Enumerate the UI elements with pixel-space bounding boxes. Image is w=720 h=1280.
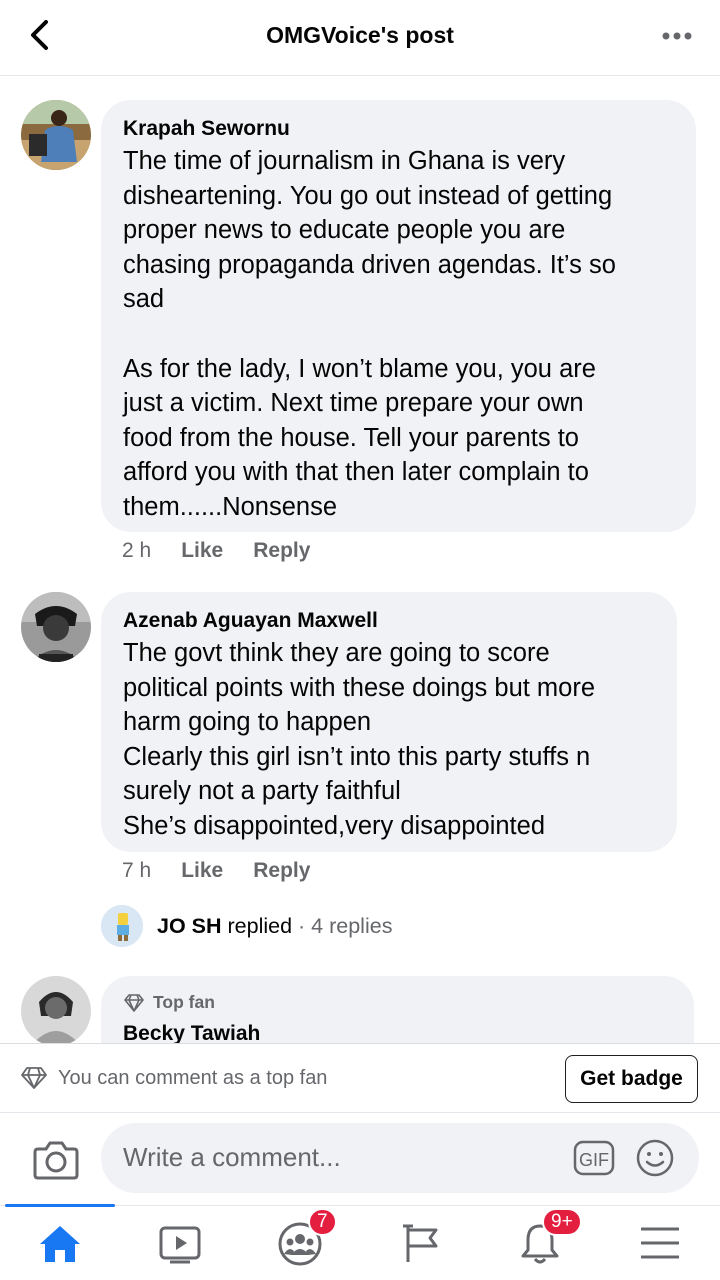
- comment-author[interactable]: Krapah Sewornu: [123, 116, 675, 142]
- menu-icon: [641, 1227, 679, 1259]
- replies-summary: JO SH replied · 4 replies: [157, 914, 392, 939]
- reply-verb: replied: [227, 913, 293, 938]
- reply-button[interactable]: Reply: [253, 539, 310, 563]
- watch-icon: [159, 1226, 201, 1264]
- profile-photo: [21, 592, 91, 662]
- avatar[interactable]: [21, 592, 91, 662]
- comment-actions: 2 h Like Reply: [122, 539, 310, 563]
- emoji-button[interactable]: [635, 1138, 675, 1178]
- tab-home[interactable]: [36, 1220, 84, 1266]
- notifications-badge: 9+: [542, 1208, 582, 1236]
- avatar[interactable]: [21, 976, 91, 1043]
- top-fan-badge: Top fan: [123, 992, 673, 1013]
- pages-flag-icon: [403, 1224, 438, 1262]
- top-fan-label: Top fan: [153, 992, 215, 1012]
- like-button[interactable]: Like: [181, 859, 223, 883]
- avatar[interactable]: [21, 100, 91, 170]
- gif-button[interactable]: GIF: [573, 1140, 615, 1176]
- groups-badge: 7: [308, 1208, 337, 1236]
- profile-photo: [101, 905, 143, 947]
- tab-groups[interactable]: 7: [276, 1208, 337, 1266]
- top-fan-message: You can comment as a top fan: [58, 1066, 328, 1089]
- tab-watch[interactable]: [156, 1220, 204, 1266]
- reply-author: JO SH: [157, 913, 222, 938]
- comment-time: 2 h: [122, 539, 152, 562]
- top-fan-prompt: You can comment as a top fan Get badge: [0, 1043, 720, 1113]
- avatar: [101, 905, 143, 947]
- comment-bubble[interactable]: Top fan Becky Tawiah: [101, 976, 694, 1043]
- tab-notifications[interactable]: 9+: [516, 1208, 582, 1266]
- active-tab-indicator: [5, 1204, 115, 1207]
- top-nav-bar: OMGVoice's post: [0, 0, 720, 76]
- gif-icon: GIF: [573, 1140, 615, 1176]
- like-button[interactable]: Like: [181, 539, 223, 563]
- comment-bubble[interactable]: Azenab Aguayan Maxwell The govt think th…: [101, 592, 677, 852]
- tab-pages[interactable]: [396, 1220, 444, 1266]
- more-dots-icon: [662, 32, 692, 40]
- profile-photo: [21, 100, 91, 170]
- comments-list[interactable]: Krapah Sewornu The time of journalism in…: [0, 77, 720, 1043]
- more-options-button[interactable]: [658, 22, 698, 50]
- gif-label: GIF: [579, 1150, 609, 1170]
- comment-input[interactable]: Write a comment... GIF: [101, 1123, 699, 1193]
- comment-text: The govt think they are going to score p…: [123, 639, 596, 840]
- diamond-icon: [124, 993, 144, 1012]
- camera-button[interactable]: [32, 1137, 80, 1183]
- diamond-icon: [21, 1067, 47, 1089]
- comment-bubble[interactable]: Krapah Sewornu The time of journalism in…: [101, 100, 696, 532]
- comment-time: 7 h: [122, 859, 152, 882]
- tab-menu[interactable]: [636, 1220, 684, 1266]
- get-badge-button[interactable]: Get badge: [565, 1055, 698, 1103]
- camera-icon: [33, 1141, 79, 1180]
- reply-button[interactable]: Reply: [253, 859, 310, 883]
- comment-actions: 7 h Like Reply: [122, 859, 310, 883]
- smiley-icon: [636, 1139, 674, 1177]
- home-icon: [40, 1226, 80, 1262]
- comment-placeholder: Write a comment...: [123, 1142, 341, 1172]
- comment-author[interactable]: Becky Tawiah: [123, 1021, 673, 1043]
- view-replies-link[interactable]: JO SH replied · 4 replies: [101, 904, 392, 948]
- comment-author[interactable]: Azenab Aguayan Maxwell: [123, 608, 656, 634]
- profile-photo: [21, 976, 91, 1043]
- comment-text: The time of journalism in Ghana is very …: [123, 147, 616, 521]
- page-title: OMGVoice's post: [266, 22, 454, 48]
- reply-count: · 4 replies: [298, 913, 393, 938]
- top-fan-message-row: You can comment as a top fan: [20, 1066, 327, 1090]
- comment-composer: Write a comment... GIF: [0, 1113, 720, 1205]
- bottom-tab-bar: 7 9+: [0, 1204, 720, 1280]
